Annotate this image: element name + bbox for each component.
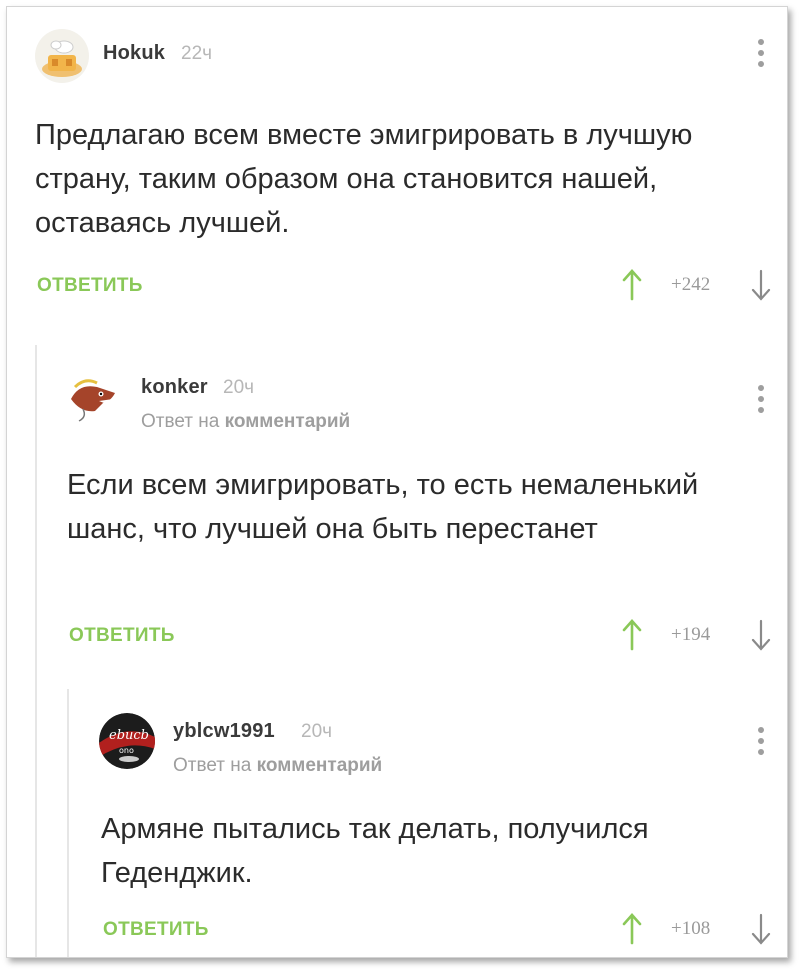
username[interactable]: konker — [141, 376, 208, 399]
avatar[interactable]: ebucb onо — [99, 713, 155, 769]
rating-count: +194 — [671, 624, 711, 645]
rating-count: +242 — [671, 274, 711, 295]
arrow-up-icon[interactable] — [622, 619, 642, 656]
kebab-menu-icon[interactable] — [757, 727, 765, 761]
timestamp: 20ч — [301, 721, 333, 742]
username[interactable]: yblcw1991 — [173, 720, 275, 743]
arrow-up-icon[interactable] — [622, 269, 642, 306]
rating-count: +108 — [671, 918, 711, 939]
avatar[interactable] — [35, 29, 89, 83]
reply-button[interactable]: ОТВЕТИТЬ — [37, 275, 143, 297]
reply-button[interactable]: ОТВЕТИТЬ — [69, 625, 175, 647]
reply-to-target[interactable]: комментарий — [225, 411, 351, 432]
username[interactable]: Hokuk — [103, 42, 165, 65]
comments-thread: Hokuk 22ч Предлагаю всем вместе эмигриро… — [6, 6, 788, 958]
reply-to-link[interactable]: Ответ на комментарий — [141, 411, 350, 433]
kebab-menu-icon[interactable] — [757, 39, 765, 73]
timestamp: 22ч — [181, 43, 213, 64]
comment-text: Предлагаю всем вместе эмигрировать в луч… — [35, 119, 693, 239]
arrow-down-icon[interactable] — [751, 269, 771, 306]
reply-button[interactable]: ОТВЕТИТЬ — [103, 919, 209, 941]
comment-text: Если всем эмигрировать, то есть немалень… — [67, 469, 699, 545]
reply-to-prefix: Ответ на — [141, 411, 225, 432]
svg-text:ebucb: ebucb — [109, 728, 149, 743]
reply-to-link[interactable]: Ответ на комментарий — [173, 755, 382, 777]
timestamp: 20ч — [223, 377, 255, 398]
comment-hokuk: Hokuk 22ч Предлагаю всем вместе эмигриро… — [7, 7, 787, 327]
arrow-down-icon[interactable] — [751, 913, 771, 950]
svg-text:onо: onо — [119, 746, 134, 755]
arrow-up-icon[interactable] — [622, 913, 642, 950]
kebab-menu-icon[interactable] — [757, 385, 765, 419]
comment-konker: konker 20ч Ответ на комментарий Если все… — [7, 347, 787, 677]
reply-to-prefix: Ответ на — [173, 755, 257, 776]
reply-to-target[interactable]: комментарий — [257, 755, 383, 776]
comment-text: Армяне пытались так делать, получился Ге… — [101, 813, 649, 889]
avatar[interactable] — [65, 369, 121, 425]
comment-yblcw1991: ebucb onо yblcw1991 20ч Ответ на коммент… — [7, 687, 787, 957]
arrow-down-icon[interactable] — [751, 619, 771, 656]
